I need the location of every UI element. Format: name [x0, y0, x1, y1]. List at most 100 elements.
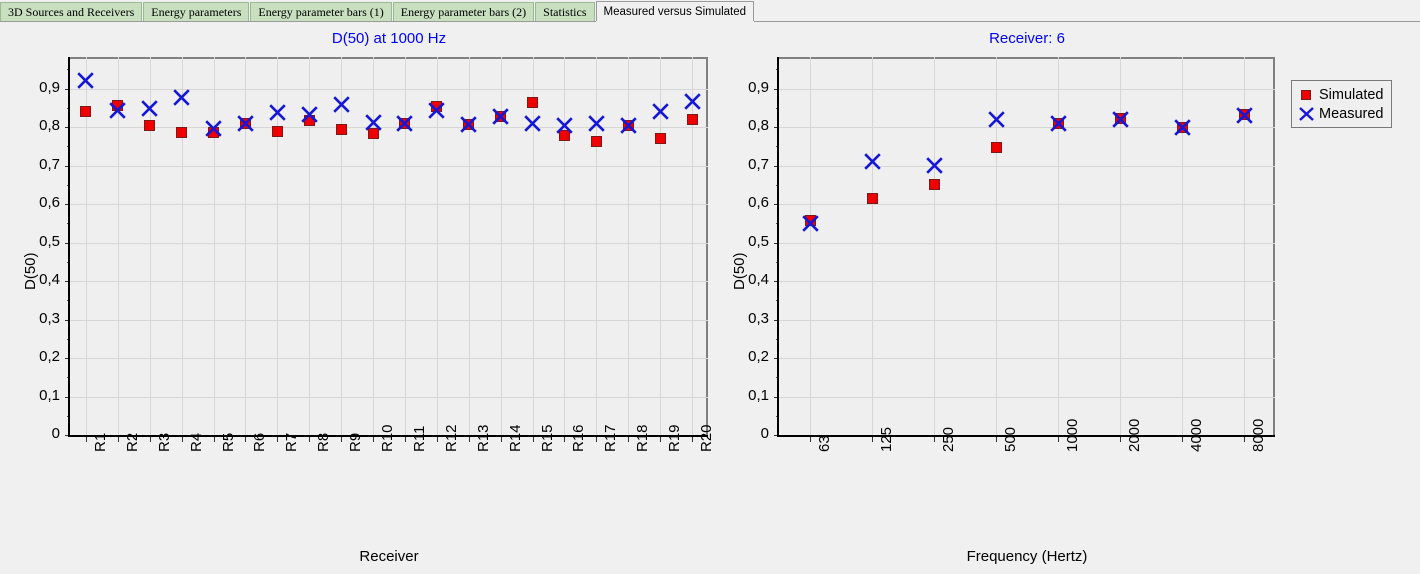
- x-axis-tick-label: R7: [283, 432, 300, 452]
- square-marker-icon: [1301, 90, 1311, 100]
- y-axis-tick-label: 0,1: [748, 386, 769, 404]
- cross-marker-icon: [1299, 107, 1314, 121]
- legend-cross-icon: [1297, 104, 1319, 123]
- gridline-vertical: [1058, 57, 1059, 435]
- plot-area-right: [779, 57, 1275, 435]
- x-axis-tick-label: R17: [602, 424, 619, 452]
- gridline-horizontal: [779, 281, 1275, 282]
- y-axis-tick-label: 0,9: [748, 78, 769, 96]
- gridline-vertical: [533, 57, 534, 435]
- x-axis-tick-label: R13: [475, 424, 492, 452]
- x-axis-tick-label: R3: [156, 432, 173, 452]
- x-axis-tick-label: 250: [940, 426, 957, 452]
- x-axis-tick-label: R15: [539, 424, 556, 452]
- y-axis-tick-label: 0: [760, 425, 769, 442]
- gridline-vertical: [996, 57, 997, 435]
- gridline-horizontal: [70, 397, 708, 398]
- gridline-vertical: [341, 57, 342, 435]
- x-axis-tick-label: 500: [1002, 426, 1019, 452]
- x-axis-title-left: Receiver: [359, 548, 419, 565]
- tab-energy-parameters[interactable]: Energy parameters: [143, 2, 250, 22]
- y-axis-tick-label: 0,5: [748, 232, 769, 250]
- x-axis-tick-label: R14: [507, 424, 524, 452]
- x-tick-mark: [245, 437, 246, 442]
- data-point-simulated: [463, 118, 475, 130]
- gridline-vertical: [872, 57, 873, 435]
- legend-label: Simulated: [1319, 86, 1384, 103]
- tab-statistics[interactable]: Statistics: [535, 2, 595, 22]
- gridline-horizontal: [70, 89, 708, 90]
- gridline-horizontal: [70, 127, 708, 128]
- x-axis-tick-label: R20: [698, 424, 715, 452]
- gridline-horizontal: [779, 397, 1275, 398]
- x-axis-tick-label: R11: [411, 425, 428, 452]
- gridline-vertical: [277, 57, 278, 435]
- gridline-vertical: [373, 57, 374, 435]
- gridline-vertical: [150, 57, 151, 435]
- y-axis-title-right: D(50): [731, 252, 748, 290]
- tab-list: 3D Sources and Receivers Energy parameter…: [0, 0, 755, 22]
- x-tick-mark: [628, 437, 629, 442]
- gridline-vertical: [214, 57, 215, 435]
- gridline-horizontal: [70, 166, 708, 167]
- legend-item-simulated[interactable]: Simulated: [1297, 85, 1383, 104]
- legend-square-icon: [1297, 85, 1319, 104]
- chart-legend: Simulated Measured: [1291, 80, 1393, 128]
- x-tick-mark: [692, 437, 693, 442]
- data-point-simulated: [558, 130, 570, 142]
- x-tick-mark: [872, 437, 873, 442]
- y-axis-tick-label: 0,3: [748, 309, 769, 327]
- gridline-horizontal: [70, 281, 708, 282]
- x-tick-mark: [660, 437, 661, 442]
- gridline-vertical: [182, 57, 183, 435]
- legend-item-measured[interactable]: Measured: [1297, 104, 1383, 123]
- gridline-horizontal: [779, 89, 1275, 90]
- gridline-horizontal: [779, 166, 1275, 167]
- x-axis-tick-label: R8: [315, 432, 332, 452]
- data-point-simulated: [239, 117, 251, 129]
- x-tick-mark: [996, 437, 997, 442]
- gridline-horizontal: [779, 358, 1275, 359]
- x-axis-tick-label: R6: [251, 432, 268, 452]
- y-axis-tick-label: 0,8: [39, 117, 60, 135]
- tab-3d-sources-and-receivers[interactable]: 3D Sources and Receivers: [0, 2, 143, 22]
- data-point-simulated: [866, 192, 878, 204]
- x-tick-mark: [596, 437, 597, 442]
- data-point-simulated: [622, 120, 634, 132]
- y-axis-tick-label: 0,7: [748, 155, 769, 173]
- x-axis-title-right: Frequency (Hertz): [966, 548, 1088, 565]
- gridline-vertical: [1182, 57, 1183, 435]
- data-point-simulated: [527, 97, 539, 109]
- x-axis-tick-label: R16: [570, 424, 587, 452]
- data-point-simulated: [1176, 121, 1188, 133]
- gridline-vertical: [564, 57, 565, 435]
- x-tick-mark: [1120, 437, 1121, 442]
- x-axis-tick-label: R12: [443, 424, 460, 452]
- data-point-simulated: [495, 111, 507, 123]
- gridline-vertical: [628, 57, 629, 435]
- chart-title-right: Receiver: 6: [989, 30, 1065, 47]
- data-point-simulated: [654, 133, 666, 145]
- tab-measured-versus-simulated[interactable]: Measured versus Simulated: [595, 1, 755, 22]
- x-axis-tick-label: R18: [634, 424, 651, 452]
- x-tick-mark: [934, 437, 935, 442]
- y-axis-line-left: [68, 57, 70, 437]
- x-tick-mark: [469, 437, 470, 442]
- gridline-horizontal: [779, 127, 1275, 128]
- gridline-horizontal: [70, 358, 708, 359]
- data-point-simulated: [1052, 117, 1064, 129]
- x-tick-mark: [564, 437, 565, 442]
- x-tick-mark: [86, 437, 87, 442]
- y-axis-tick-label: 0,6: [39, 194, 60, 212]
- x-tick-mark: [182, 437, 183, 442]
- data-point-simulated: [928, 179, 940, 191]
- data-point-simulated: [686, 113, 698, 125]
- x-axis-tick-label: R2: [124, 432, 141, 452]
- x-axis-tick-label: R4: [188, 432, 205, 452]
- data-point-simulated: [208, 126, 220, 138]
- chart-title-left: D(50) at 1000 Hz: [331, 30, 447, 47]
- tab-energy-parameter-bars-2[interactable]: Energy parameter bars (2): [392, 2, 535, 22]
- tab-energy-parameter-bars-1[interactable]: Energy parameter bars (1): [250, 2, 392, 22]
- gridline-vertical: [660, 57, 661, 435]
- y-axis-tick-label: 0: [51, 425, 60, 442]
